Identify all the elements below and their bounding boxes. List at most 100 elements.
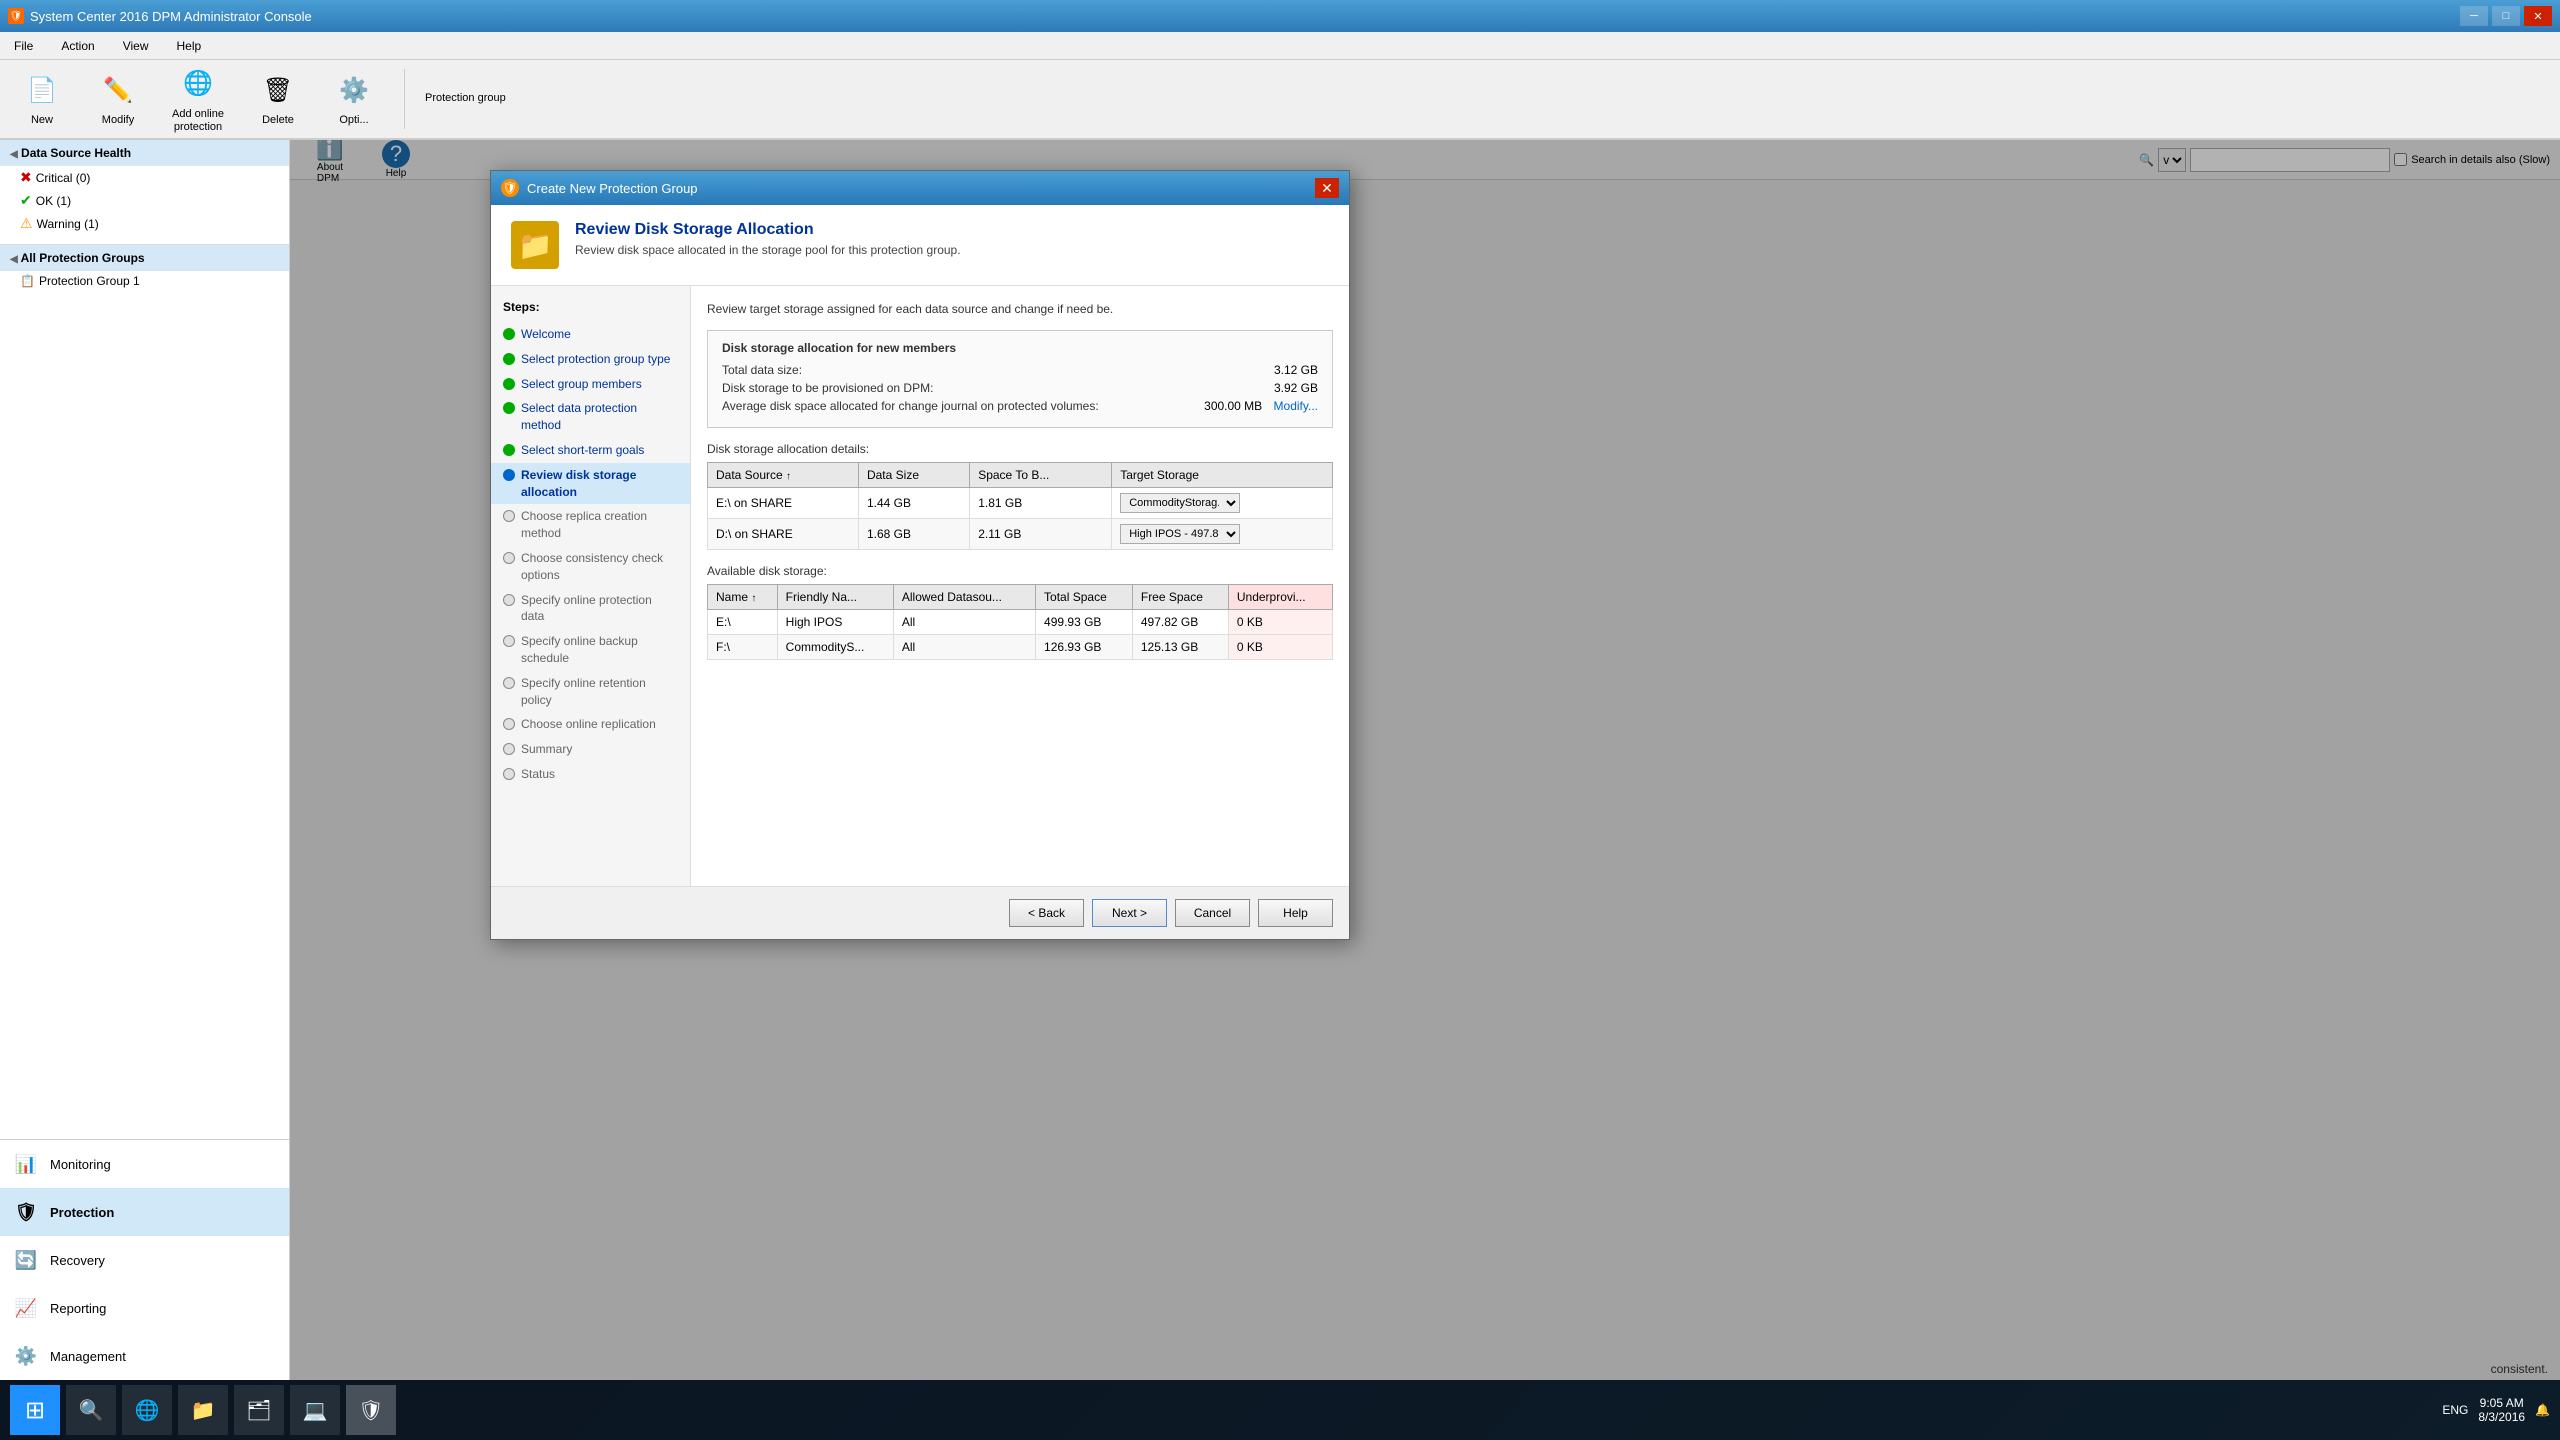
modify-link[interactable]: Modify... bbox=[1274, 399, 1318, 413]
menu-file[interactable]: File bbox=[8, 37, 39, 55]
all-protection-groups-header[interactable]: ◀ All Protection Groups bbox=[0, 245, 289, 271]
step-welcome-label: Welcome bbox=[521, 326, 571, 343]
step-sstg-label: Select short-term goals bbox=[521, 442, 644, 459]
new-button[interactable]: 📄 New bbox=[12, 66, 72, 131]
col-data-source[interactable]: Data Source ↑ bbox=[708, 463, 859, 488]
taskbar-time-value: 9:05 AM bbox=[2478, 1396, 2525, 1410]
menu-help[interactable]: Help bbox=[171, 37, 208, 55]
step-select-short-term-goals[interactable]: Select short-term goals bbox=[491, 438, 690, 463]
total-data-size-value: 3.12 GB bbox=[1218, 363, 1318, 377]
dialog-title-icon: 🛡 bbox=[501, 179, 519, 197]
right-panel: ℹ️ AboutDPM ? Help 🔍 v bbox=[290, 140, 2560, 1380]
all-protection-groups-title: All Protection Groups bbox=[21, 251, 145, 265]
modify-button[interactable]: ✏️ Modify bbox=[88, 66, 148, 131]
step-rdsa-label: Review disk storage allocation bbox=[521, 467, 678, 501]
avail-col-free[interactable]: Free Space bbox=[1132, 585, 1228, 610]
taskbar-explorer[interactable]: 📁 bbox=[178, 1385, 228, 1435]
menu-view[interactable]: View bbox=[117, 37, 155, 55]
content-panel: Review target storage assigned for each … bbox=[691, 286, 1349, 886]
step-review-disk-storage-allocation[interactable]: Review disk storage allocation bbox=[491, 463, 690, 505]
delete-button[interactable]: 🗑 Delete bbox=[248, 66, 308, 131]
details-label: Disk storage allocation details: bbox=[707, 442, 1333, 456]
cancel-button[interactable]: Cancel bbox=[1175, 899, 1250, 927]
disk-storage-label: Disk storage to be provisioned on DPM: bbox=[722, 381, 933, 395]
avail-row1-friendly: High IPOS bbox=[777, 610, 893, 635]
step-choose-consistency-check-options[interactable]: Choose consistency check options bbox=[491, 546, 690, 588]
nav-protection[interactable]: 🛡 Protection bbox=[0, 1188, 289, 1236]
taskbar: ⊞ 🔍 🌐 📁 🗂 💻 🛡 ENG 9:05 AM 8/3/2016 🔔 bbox=[0, 1380, 2560, 1440]
recovery-label: Recovery bbox=[50, 1253, 105, 1268]
avail-col-allowed[interactable]: Allowed Datasou... bbox=[893, 585, 1035, 610]
dialog-title-bar: 🛡 Create New Protection Group ✕ bbox=[491, 171, 1349, 205]
data-source-health-header[interactable]: ◀ Data Source Health bbox=[0, 140, 289, 166]
next-button[interactable]: Next > bbox=[1092, 899, 1167, 927]
step-welcome[interactable]: Welcome bbox=[491, 322, 690, 347]
detail-row1-size: 1.44 GB bbox=[858, 488, 969, 519]
start-button[interactable]: ⊞ bbox=[10, 1385, 60, 1435]
sidebar-item-critical[interactable]: ✖ Critical (0) bbox=[0, 166, 289, 189]
detail-row2-target-select[interactable]: CommodityStorag... High IPOS - 497.82... bbox=[1120, 524, 1240, 544]
avail-col-under[interactable]: Underprovi... bbox=[1228, 585, 1332, 610]
step-status[interactable]: Status bbox=[491, 762, 690, 787]
sidebar-item-warning[interactable]: ⚠ Warning (1) bbox=[0, 212, 289, 235]
new-icon: 📄 bbox=[22, 70, 62, 110]
avail-col-friendly[interactable]: Friendly Na... bbox=[777, 585, 893, 610]
title-bar: 🛡 System Center 2016 DPM Administrator C… bbox=[0, 0, 2560, 32]
nav-management[interactable]: ⚙️ Management bbox=[0, 1332, 289, 1380]
detail-row1-space: 1.81 GB bbox=[970, 488, 1112, 519]
maximize-button[interactable]: □ bbox=[2492, 6, 2520, 26]
close-button[interactable]: ✕ bbox=[2524, 6, 2552, 26]
disk-storage-row: Disk storage to be provisioned on DPM: 3… bbox=[722, 381, 1318, 395]
step-select-data-protection-method[interactable]: Select data protection method bbox=[491, 396, 690, 438]
sidebar-item-ok[interactable]: ✔ OK (1) bbox=[0, 189, 289, 212]
taskbar-right: ENG 9:05 AM 8/3/2016 🔔 bbox=[2442, 1396, 2550, 1424]
detail-row1-target-select[interactable]: CommodityStorag... High IPOS - 497.82... bbox=[1120, 493, 1240, 513]
minimize-button[interactable]: ─ bbox=[2460, 6, 2488, 26]
optimize-button[interactable]: ⚙️ Opti... bbox=[324, 66, 384, 131]
avail-col-total[interactable]: Total Space bbox=[1036, 585, 1133, 610]
avail-row2-name: F:\ bbox=[708, 635, 778, 660]
taskbar-search[interactable]: 🔍 bbox=[66, 1385, 116, 1435]
nav-reporting[interactable]: 📈 Reporting bbox=[0, 1284, 289, 1332]
taskbar-store[interactable]: 🗂 bbox=[234, 1385, 284, 1435]
reporting-icon: 📈 bbox=[12, 1294, 40, 1322]
warning-icon: ⚠ bbox=[20, 215, 33, 232]
back-button[interactable]: < Back bbox=[1009, 899, 1084, 927]
sidebar: ◀ Data Source Health ✖ Critical (0) ✔ OK… bbox=[0, 140, 290, 1380]
new-label: New bbox=[31, 114, 53, 127]
nav-recovery[interactable]: 🔄 Recovery bbox=[0, 1236, 289, 1284]
protection-group-label: Protection group bbox=[425, 92, 506, 105]
step-select-protection-group-type[interactable]: Select protection group type bbox=[491, 347, 690, 372]
add-online-label: Add online protection bbox=[172, 108, 224, 134]
taskbar-ie[interactable]: 🌐 bbox=[122, 1385, 172, 1435]
steps-label: Steps: bbox=[491, 296, 690, 322]
step-ccco-bullet bbox=[503, 552, 515, 564]
taskbar-powershell[interactable]: 💻 bbox=[290, 1385, 340, 1435]
col-space-to-b[interactable]: Space To B... bbox=[970, 463, 1112, 488]
col-target-storage[interactable]: Target Storage bbox=[1112, 463, 1333, 488]
step-specify-online-retention-policy[interactable]: Specify online retention policy bbox=[491, 671, 690, 713]
step-specify-online-backup-schedule[interactable]: Specify online backup schedule bbox=[491, 629, 690, 671]
step-choose-online-replication[interactable]: Choose online replication bbox=[491, 712, 690, 737]
col-data-size[interactable]: Data Size bbox=[858, 463, 969, 488]
avail-col-name[interactable]: Name ↑ bbox=[708, 585, 778, 610]
taskbar-notification[interactable]: 🔔 bbox=[2535, 1403, 2550, 1417]
taskbar-dpm[interactable]: 🛡 bbox=[346, 1385, 396, 1435]
sidebar-item-protection-group-1[interactable]: 📋 Protection Group 1 bbox=[0, 271, 289, 291]
step-choose-replica-creation-method[interactable]: Choose replica creation method bbox=[491, 504, 690, 546]
step-select-group-members[interactable]: Select group members bbox=[491, 372, 690, 397]
protection-icon: 🛡 bbox=[12, 1198, 40, 1226]
menu-action[interactable]: Action bbox=[55, 37, 100, 55]
help-dialog-button[interactable]: Help bbox=[1258, 899, 1333, 927]
nav-monitoring[interactable]: 📊 Monitoring bbox=[0, 1140, 289, 1188]
average-disk-row: Average disk space allocated for change … bbox=[722, 399, 1318, 413]
recovery-icon: 🔄 bbox=[12, 1246, 40, 1274]
add-online-protection-button[interactable]: 🌐 Add online protection bbox=[164, 60, 232, 138]
table-row: D:\ on SHARE 1.68 GB 2.11 GB CommoditySt… bbox=[708, 519, 1333, 550]
step-summary[interactable]: Summary bbox=[491, 737, 690, 762]
step-specify-online-protection-data[interactable]: Specify online protection data bbox=[491, 588, 690, 630]
table-row: E:\ on SHARE 1.44 GB 1.81 GB CommoditySt… bbox=[708, 488, 1333, 519]
warning-label: Warning (1) bbox=[37, 217, 99, 231]
step-sdpm-label: Select data protection method bbox=[521, 400, 678, 434]
dialog-close-button[interactable]: ✕ bbox=[1315, 178, 1339, 198]
